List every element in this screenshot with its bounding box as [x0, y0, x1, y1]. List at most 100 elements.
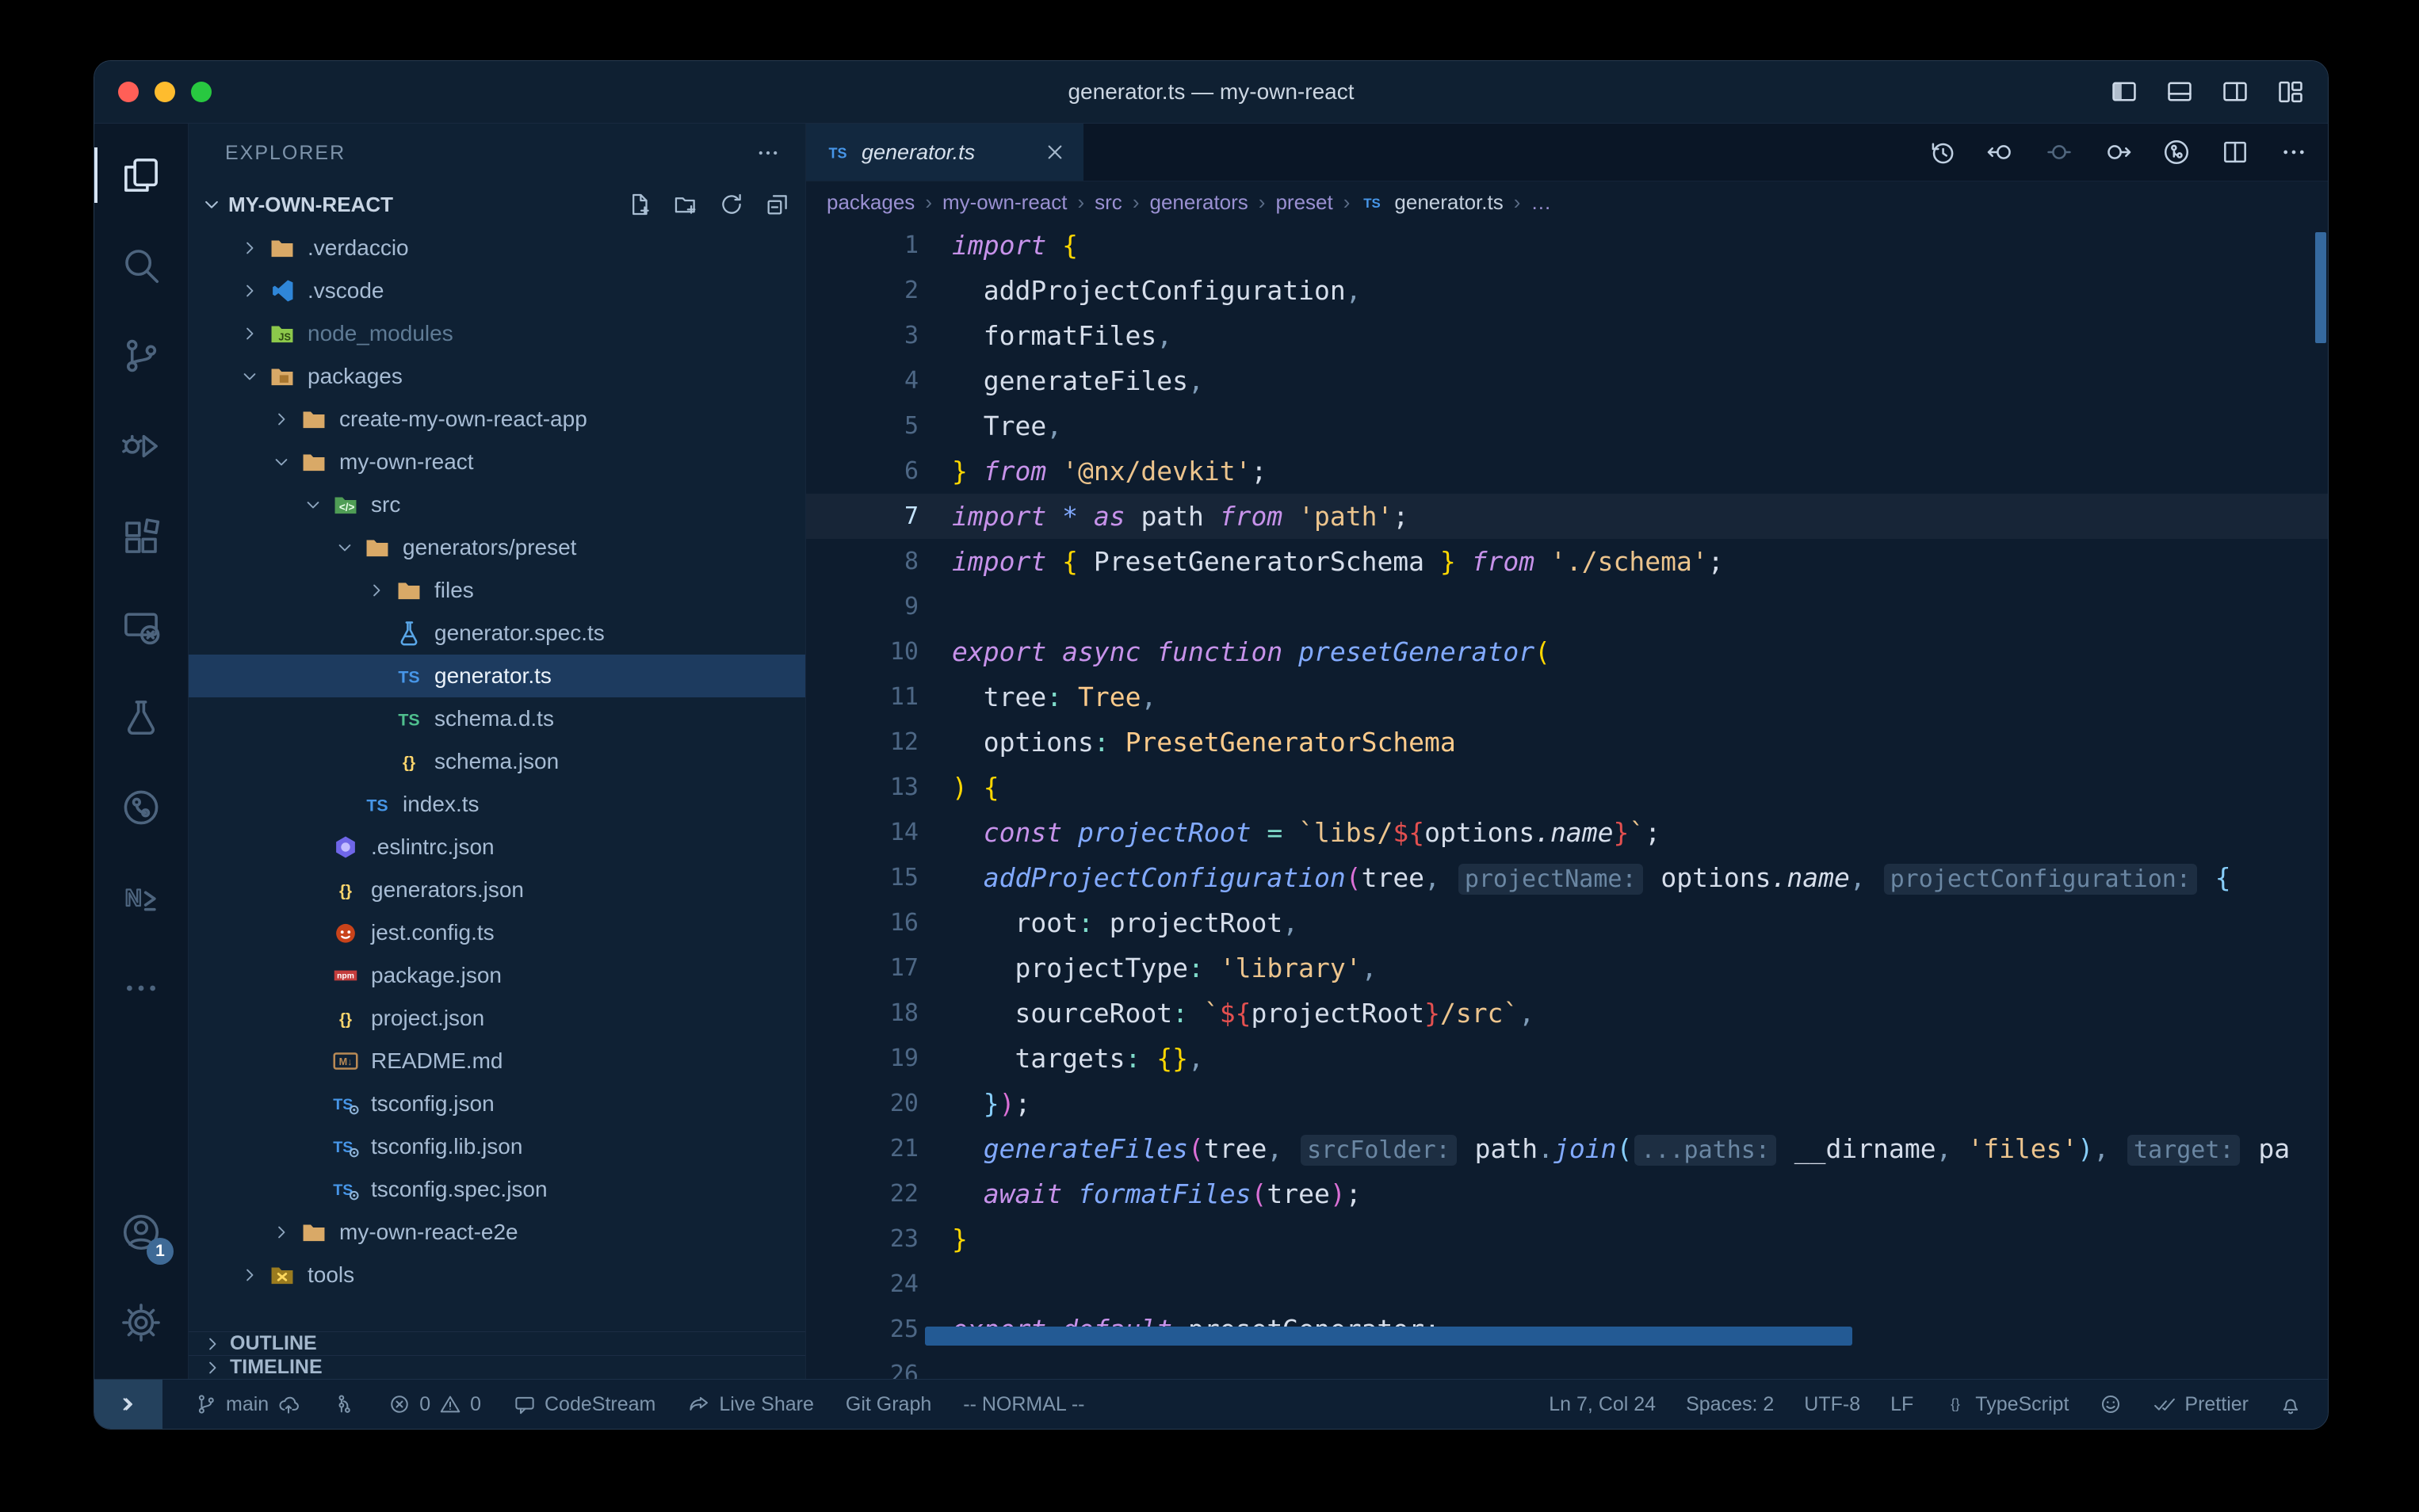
- code-line-11[interactable]: 11 tree: Tree,: [806, 674, 2328, 720]
- activity-item-remote-explorer[interactable]: [94, 582, 188, 672]
- toggle-primary-sidebar-icon[interactable]: [2109, 77, 2139, 107]
- tree-item-node-modules[interactable]: JSnode_modules: [189, 312, 805, 355]
- tree-item-package-json[interactable]: npmpackage.json: [189, 954, 805, 997]
- code-line-21[interactable]: 21 generateFiles(tree, srcFolder: path.j…: [806, 1126, 2328, 1171]
- horizontal-scrollbar[interactable]: [925, 1327, 1852, 1346]
- tree-item-generators-json[interactable]: {}generators.json: [189, 869, 805, 911]
- tree-item-eslintrc-json[interactable]: .eslintrc.json: [189, 826, 805, 869]
- more-actions-icon[interactable]: [2279, 137, 2309, 167]
- code-line-7[interactable]: 7import * as path from 'path';: [806, 494, 2328, 539]
- tree-item-my-own-react[interactable]: my-own-react: [189, 441, 805, 483]
- activity-item-source-control[interactable]: [94, 311, 188, 401]
- close-tab-icon[interactable]: [1042, 139, 1068, 165]
- tree-item-files[interactable]: files: [189, 569, 805, 612]
- status-notifications[interactable]: [2279, 1392, 2302, 1416]
- activity-item-nx-console[interactable]: N: [94, 853, 188, 943]
- sidebar-panel-outline[interactable]: OUTLINE: [189, 1331, 805, 1355]
- vertical-scrollbar[interactable]: [2315, 232, 2326, 343]
- title-bar[interactable]: generator.ts — my-own-react: [94, 61, 2328, 124]
- code-line-6[interactable]: 6} from '@nx/devkit';: [806, 449, 2328, 494]
- status-feedback[interactable]: [2099, 1392, 2123, 1416]
- code-line-24[interactable]: 24: [806, 1262, 2328, 1307]
- status-codestream[interactable]: CodeStream: [513, 1392, 655, 1416]
- tree-item-tsconfig-lib-json[interactable]: TStsconfig.lib.json: [189, 1125, 805, 1168]
- tree-item-generator-ts[interactable]: TSgenerator.ts: [189, 655, 805, 697]
- nav-back-icon[interactable]: [1985, 137, 2016, 167]
- code-line-3[interactable]: 3 formatFiles,: [806, 313, 2328, 358]
- activity-item-run-debug[interactable]: [94, 401, 188, 491]
- refresh-explorer-icon[interactable]: [718, 191, 745, 218]
- activity-item-search[interactable]: [94, 220, 188, 311]
- source-control-graph-icon[interactable]: [2161, 137, 2192, 167]
- activity-item-additional-views[interactable]: [94, 943, 188, 1033]
- breadcrumb-item-generators[interactable]: generators: [1149, 190, 1248, 215]
- status-vim-mode[interactable]: -- NORMAL --: [963, 1393, 1084, 1416]
- activity-item-settings[interactable]: [94, 1277, 188, 1368]
- new-folder-icon[interactable]: [672, 191, 699, 218]
- code-line-20[interactable]: 20 });: [806, 1081, 2328, 1126]
- code-line-15[interactable]: 15 addProjectConfiguration(tree, project…: [806, 855, 2328, 900]
- explorer-more-actions-icon[interactable]: [755, 139, 781, 166]
- status-cursor-position[interactable]: Ln 7, Col 24: [1549, 1393, 1656, 1416]
- breadcrumb-item-my-own-react[interactable]: my-own-react: [942, 190, 1067, 215]
- breadcrumb-overflow[interactable]: …: [1531, 190, 1551, 215]
- code-line-13[interactable]: 13) {: [806, 765, 2328, 810]
- status-encoding[interactable]: UTF-8: [1804, 1393, 1860, 1416]
- code-line-22[interactable]: 22 await formatFiles(tree);: [806, 1171, 2328, 1216]
- status-live-share[interactable]: Live Share: [687, 1392, 814, 1416]
- code-line-14[interactable]: 14 const projectRoot = `libs/${options.n…: [806, 810, 2328, 855]
- code-editor[interactable]: 1import {2 addProjectConfiguration,3 for…: [806, 223, 2328, 1379]
- code-line-23[interactable]: 23}: [806, 1216, 2328, 1262]
- status-git-branch[interactable]: main: [194, 1392, 300, 1416]
- tree-item-generators-preset[interactable]: generators/preset: [189, 526, 805, 569]
- breadcrumb-item-src[interactable]: src: [1095, 190, 1122, 215]
- code-line-18[interactable]: 18 sourceRoot: `${projectRoot}/src`,: [806, 991, 2328, 1036]
- tree-item-index-ts[interactable]: TSindex.ts: [189, 783, 805, 826]
- status-git-graph[interactable]: Git Graph: [846, 1393, 931, 1416]
- activity-item-gitlens[interactable]: [94, 762, 188, 853]
- tree-item-jest-config-ts[interactable]: jest.config.ts: [189, 911, 805, 954]
- status-eol[interactable]: LF: [1890, 1393, 1913, 1416]
- status-prettier[interactable]: Prettier: [2153, 1392, 2249, 1416]
- tree-item-readme-md[interactable]: M↓README.md: [189, 1040, 805, 1082]
- tree-item-packages[interactable]: packages: [189, 355, 805, 398]
- tree-item-verdaccio[interactable]: .verdaccio: [189, 227, 805, 269]
- activity-item-accounts[interactable]: 1: [94, 1187, 188, 1277]
- workspace-section-header[interactable]: MY-OWN-REACT: [189, 182, 805, 227]
- status-problems[interactable]: 00: [388, 1392, 481, 1416]
- code-line-4[interactable]: 4 generateFiles,: [806, 358, 2328, 403]
- code-line-19[interactable]: 19 targets: {},: [806, 1036, 2328, 1081]
- tree-item-create-my-own-react-app[interactable]: create-my-own-react-app: [189, 398, 805, 441]
- tab-generator-ts[interactable]: TS generator.ts: [806, 124, 1083, 181]
- tree-item-schema-json[interactable]: {}schema.json: [189, 740, 805, 783]
- activity-item-extensions[interactable]: [94, 491, 188, 582]
- code-line-2[interactable]: 2 addProjectConfiguration,: [806, 268, 2328, 313]
- split-editor-icon[interactable]: [2220, 137, 2250, 167]
- tree-item-vscode[interactable]: .vscode: [189, 269, 805, 312]
- status-commit-graph[interactable]: [332, 1392, 356, 1416]
- toggle-panel-icon[interactable]: [2165, 77, 2195, 107]
- code-line-1[interactable]: 1import {: [806, 223, 2328, 268]
- customize-layout-icon[interactable]: [2276, 77, 2306, 107]
- code-line-16[interactable]: 16 root: projectRoot,: [806, 900, 2328, 945]
- sidebar-panel-timeline[interactable]: TIMELINE: [189, 1355, 805, 1379]
- code-line-8[interactable]: 8import { PresetGeneratorSchema } from '…: [806, 539, 2328, 584]
- breadcrumb-item-preset[interactable]: preset: [1275, 190, 1332, 215]
- nav-location-icon[interactable]: [2044, 137, 2074, 167]
- timeline-history-icon[interactable]: [1927, 137, 1957, 167]
- activity-item-testing[interactable]: [94, 672, 188, 762]
- nav-forward-icon[interactable]: [2103, 137, 2133, 167]
- toggle-secondary-sidebar-icon[interactable]: [2220, 77, 2250, 107]
- code-line-10[interactable]: 10export async function presetGenerator(: [806, 629, 2328, 674]
- tree-item-generator-spec-ts[interactable]: generator.spec.ts: [189, 612, 805, 655]
- tree-item-tsconfig-spec-json[interactable]: TStsconfig.spec.json: [189, 1168, 805, 1211]
- tree-item-tools[interactable]: tools: [189, 1254, 805, 1296]
- breadcrumb-item-packages[interactable]: packages: [827, 190, 915, 215]
- code-line-9[interactable]: 9: [806, 584, 2328, 629]
- code-line-5[interactable]: 5 Tree,: [806, 403, 2328, 449]
- tree-item-tsconfig-json[interactable]: TStsconfig.json: [189, 1082, 805, 1125]
- code-line-17[interactable]: 17 projectType: 'library',: [806, 945, 2328, 991]
- activity-item-explorer[interactable]: [94, 130, 188, 220]
- tree-item-src[interactable]: </>src: [189, 483, 805, 526]
- status-language-mode[interactable]: {}TypeScript: [1943, 1392, 2069, 1416]
